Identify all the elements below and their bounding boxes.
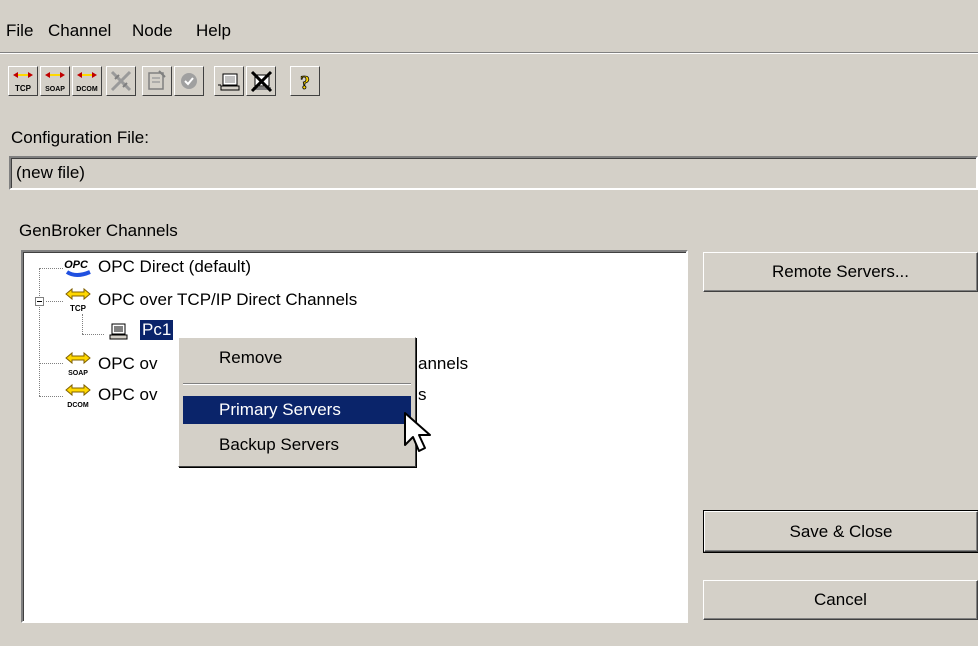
remove-node-button[interactable]: [246, 66, 276, 96]
tree-line: [82, 314, 83, 334]
remove-computer-icon: [250, 70, 273, 93]
menu-node[interactable]: Node: [132, 21, 173, 41]
context-menu: Remove Primary Servers Backup Servers: [178, 337, 416, 467]
dcom-channel-icon: DCOM: [76, 72, 98, 93]
tcp-channel-icon: TCP: [13, 72, 33, 93]
tree-line: [39, 363, 63, 364]
save-close-button[interactable]: Save & Close: [703, 510, 978, 553]
context-backup-servers[interactable]: Backup Servers: [183, 431, 411, 459]
cancel-button[interactable]: Cancel: [703, 580, 978, 620]
mouse-cursor-icon: [404, 412, 431, 452]
tree-item-opc-direct[interactable]: OPC Direct (default): [98, 257, 251, 277]
soap-channel-icon: SOAP: [45, 72, 65, 93]
dcom-tree-icon-label: DCOM: [67, 402, 89, 409]
properties-button[interactable]: [142, 66, 172, 96]
menu-help[interactable]: Help: [196, 21, 231, 41]
menu-file[interactable]: File: [6, 21, 33, 41]
menu-bar: File Channel Node Help: [0, 0, 978, 52]
properties-icon: [148, 70, 166, 90]
dcom-channel-tree-icon: DCOM: [65, 383, 91, 409]
tcp-icon-label: TCP: [15, 84, 32, 93]
delete-channel-button[interactable]: [106, 66, 136, 96]
tree-line: [82, 334, 104, 335]
remote-servers-button[interactable]: Remote Servers...: [703, 252, 978, 292]
tcp-channel-tree-icon: TCP: [65, 287, 91, 313]
computer-node-icon: [109, 323, 128, 340]
soap-channel-tree-icon: SOAP: [65, 351, 91, 377]
tree-item-dcom-channels[interactable]: OPC ov: [98, 385, 158, 405]
tree-line: [39, 396, 63, 397]
add-soap-channel-button[interactable]: SOAP: [40, 66, 70, 96]
collapse-icon[interactable]: [35, 297, 44, 306]
tree-line: [39, 268, 40, 396]
channels-group-label: GenBroker Channels: [19, 221, 178, 240]
tree-item-soap-channels-tail: annels: [418, 354, 469, 373]
menu-separator-highlight: [0, 53, 978, 54]
tree-line: [46, 301, 63, 302]
tree-item-soap-channels[interactable]: OPC ov: [98, 354, 158, 374]
context-remove[interactable]: Remove: [183, 344, 411, 372]
context-separator-highlight: [183, 384, 411, 385]
tcp-tree-icon-label: TCP: [70, 304, 87, 313]
add-tcp-channel-button[interactable]: TCP: [8, 66, 38, 96]
opc-icon-label: OPC: [64, 259, 89, 271]
config-file-field[interactable]: (new file): [9, 156, 978, 190]
tree-line: [39, 268, 63, 269]
soap-icon-label: SOAP: [45, 86, 65, 93]
menu-channel[interactable]: Channel: [48, 21, 111, 41]
add-dcom-channel-button[interactable]: DCOM: [72, 66, 102, 96]
help-button[interactable]: ?: [290, 66, 320, 96]
tree-item-pc1[interactable]: Pc1: [138, 319, 175, 341]
config-file-label: Configuration File:: [11, 128, 149, 147]
computer-icon: [218, 73, 240, 91]
config-file-value: (new file): [16, 163, 85, 182]
verify-button[interactable]: [174, 66, 204, 96]
help-icon: ?: [300, 72, 311, 95]
delete-channel-icon: [110, 70, 132, 92]
check-icon: [181, 73, 197, 89]
tree-item-tcp-channels[interactable]: OPC over TCP/IP Direct Channels: [98, 290, 357, 310]
help-glyph: ?: [300, 72, 310, 94]
opc-direct-icon: OPC: [64, 259, 91, 277]
dcom-icon-label: DCOM: [76, 86, 98, 93]
add-node-button[interactable]: [214, 66, 244, 96]
soap-tree-icon-label: SOAP: [68, 370, 88, 377]
tree-item-dcom-channels-tail: s: [418, 385, 427, 404]
context-primary-servers[interactable]: Primary Servers: [183, 396, 411, 424]
